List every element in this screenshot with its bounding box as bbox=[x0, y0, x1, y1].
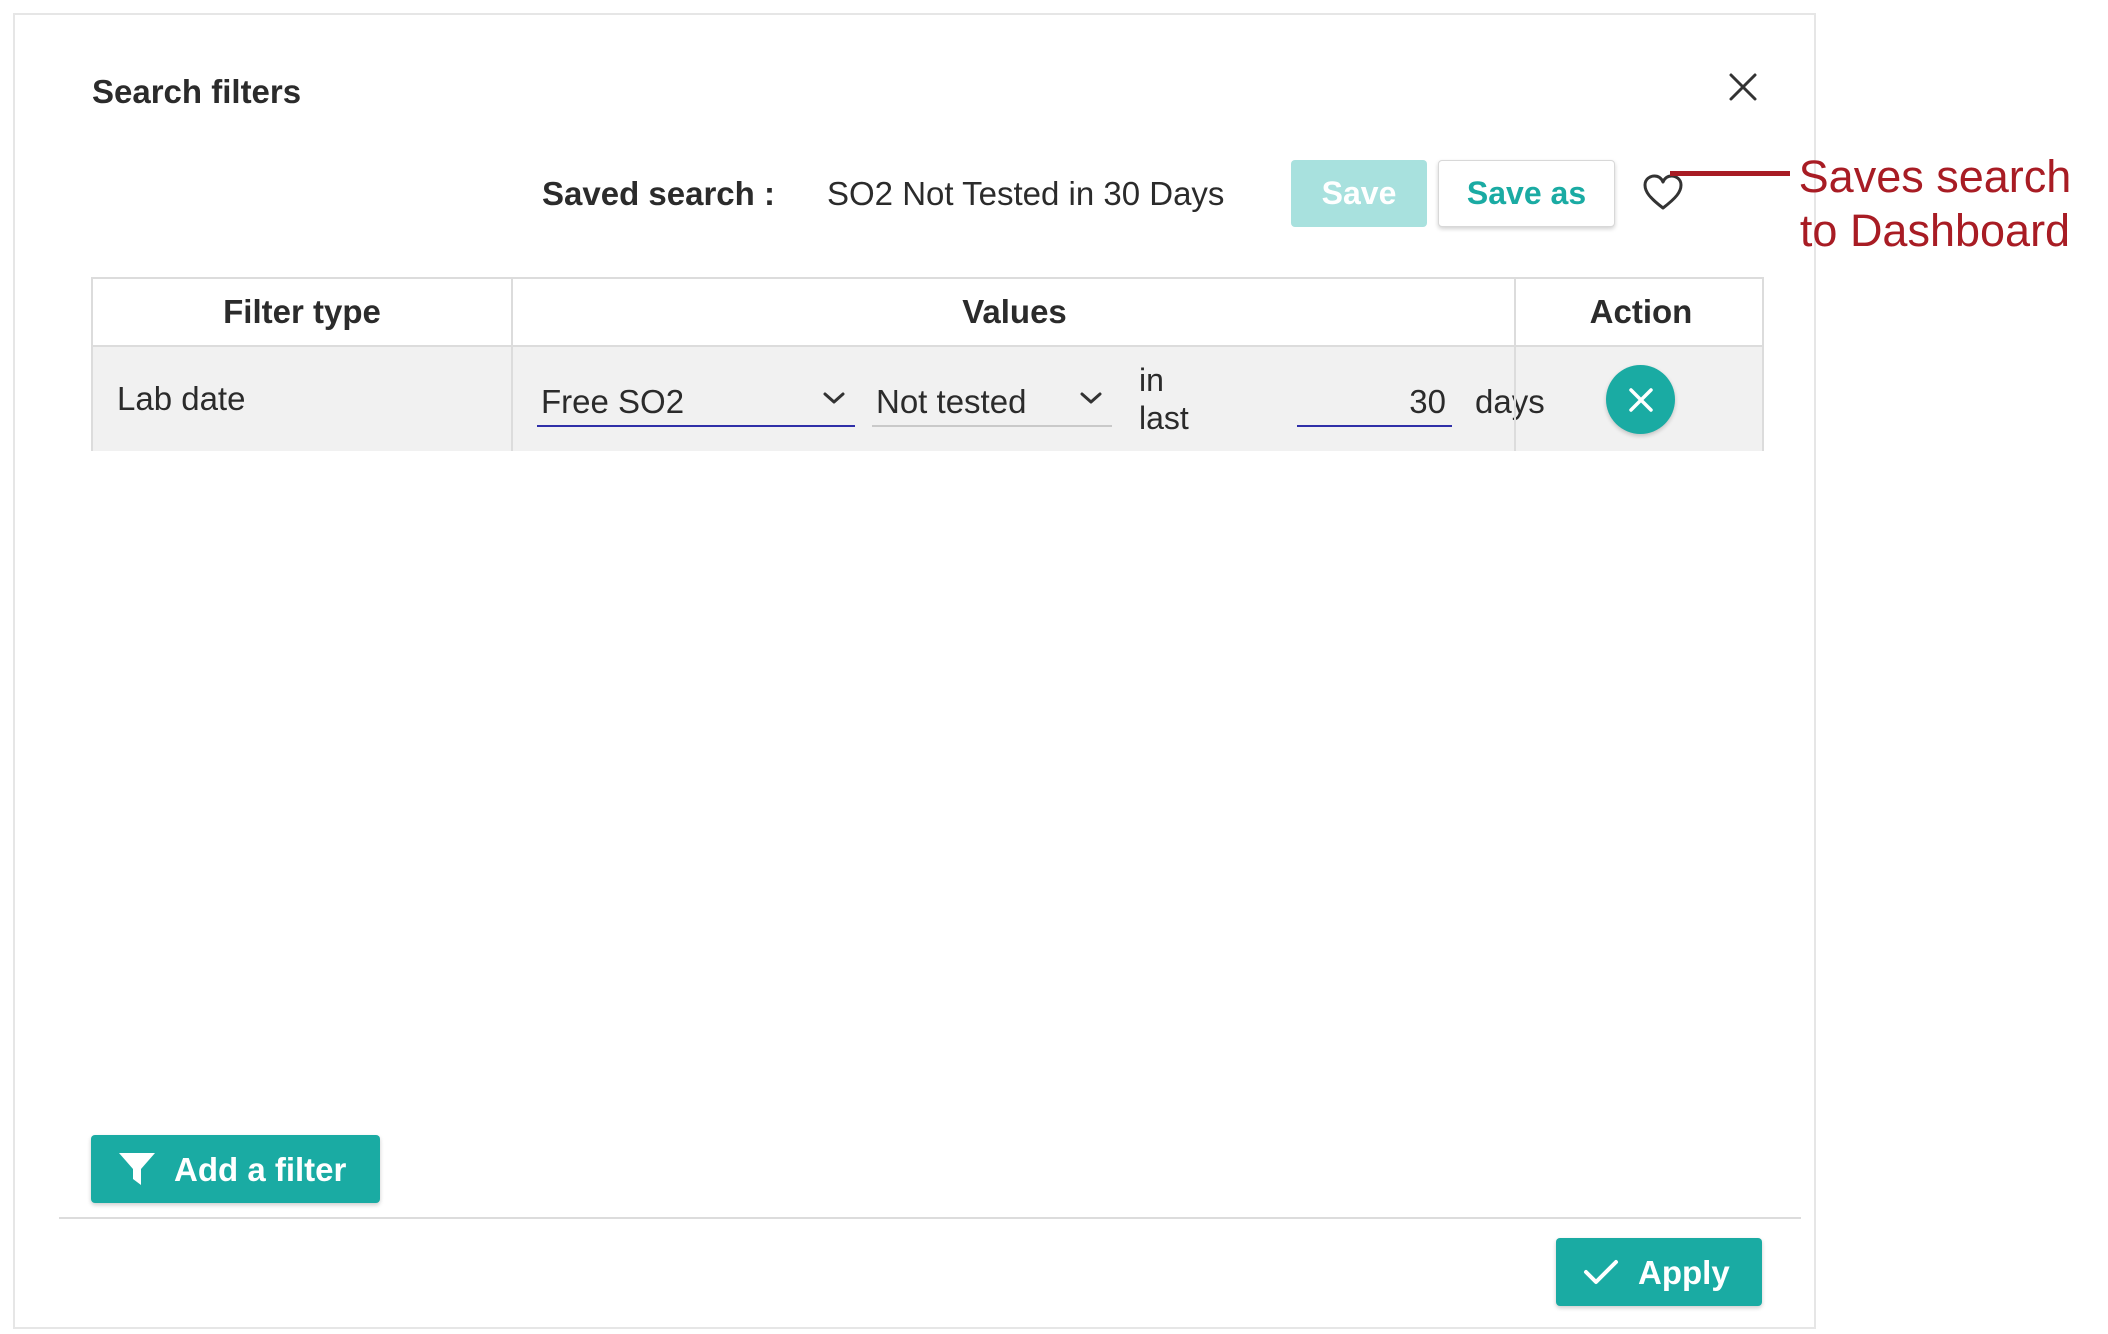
condition-select[interactable]: Not tested bbox=[872, 375, 1112, 427]
parameter-select-value: Free SO2 bbox=[541, 383, 685, 420]
save-button[interactable]: Save bbox=[1291, 160, 1427, 227]
heart-icon[interactable] bbox=[1642, 173, 1684, 213]
in-last-label: in last bbox=[1139, 361, 1189, 437]
apply-button[interactable]: Apply bbox=[1556, 1238, 1762, 1306]
add-filter-button[interactable]: Add a filter bbox=[91, 1135, 380, 1203]
annotation-line-2: to Dashboard bbox=[1799, 205, 2071, 256]
chevron-down-icon bbox=[823, 392, 845, 404]
close-icon bbox=[1628, 387, 1653, 412]
annotation-callout: Saves search to Dashboard bbox=[1785, 150, 2085, 258]
values-cell: Free SO2 Not tested in last 30 days bbox=[511, 347, 1545, 451]
annotation-line-1: Saves search bbox=[1798, 151, 2072, 202]
column-header-filter-type: Filter type bbox=[223, 293, 381, 330]
column-header-values: Values bbox=[511, 279, 1516, 345]
apply-label: Apply bbox=[1638, 1254, 1730, 1291]
filters-table: Filter type Values Action Lab date Free … bbox=[91, 277, 1764, 451]
days-input[interactable]: 30 bbox=[1297, 375, 1452, 427]
column-header-action: Action bbox=[1514, 279, 1766, 345]
table-header: Filter type Values Action bbox=[93, 279, 1762, 347]
search-filters-dialog: Search filters Saved search : SO2 Not Te… bbox=[13, 13, 1816, 1329]
annotation-connector-line bbox=[1670, 171, 1790, 176]
add-filter-label: Add a filter bbox=[174, 1151, 347, 1188]
footer-divider bbox=[59, 1217, 1801, 1219]
parameter-select[interactable]: Free SO2 bbox=[537, 375, 855, 427]
dialog-title: Search filters bbox=[92, 73, 302, 110]
chevron-down-icon bbox=[1080, 392, 1102, 404]
table-row: Lab date Free SO2 Not tested in last 30 … bbox=[93, 347, 1762, 451]
close-icon[interactable] bbox=[1723, 67, 1763, 107]
saved-search-label: Saved search : bbox=[542, 175, 775, 212]
filter-type-label: Lab date bbox=[117, 380, 246, 417]
action-cell bbox=[1514, 347, 1766, 451]
condition-select-value: Not tested bbox=[876, 383, 1027, 420]
remove-filter-button[interactable] bbox=[1606, 365, 1675, 434]
save-as-button[interactable]: Save as bbox=[1438, 160, 1615, 227]
last-label: last bbox=[1139, 400, 1189, 436]
in-label: in bbox=[1139, 362, 1164, 398]
days-input-value: 30 bbox=[1409, 383, 1446, 420]
check-icon bbox=[1584, 1260, 1618, 1284]
filter-type-cell: Lab date bbox=[93, 347, 511, 451]
saved-search-name: SO2 Not Tested in 30 Days bbox=[827, 175, 1225, 212]
funnel-icon bbox=[119, 1153, 155, 1185]
